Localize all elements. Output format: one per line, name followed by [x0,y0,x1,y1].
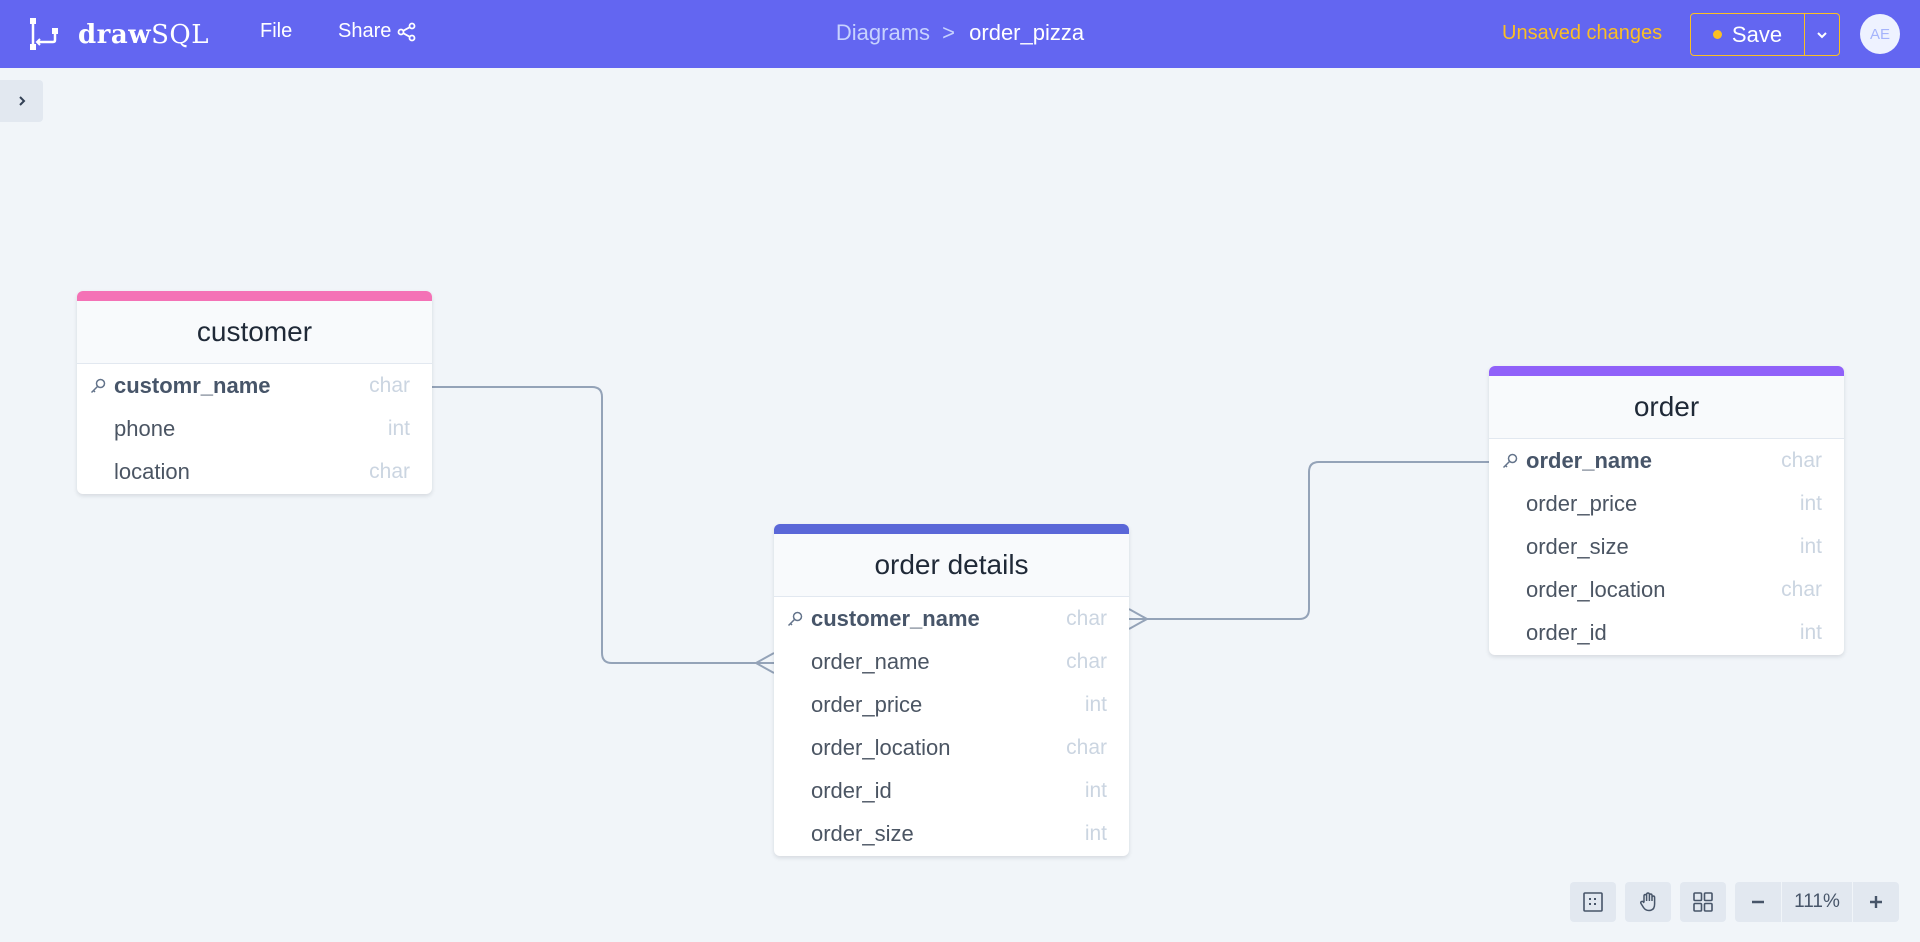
save-button-group: Save [1690,13,1840,56]
column-type: char [369,373,410,397]
crowfoot-order-details-left [753,652,775,674]
column-type: int [1799,534,1822,558]
table-title[interactable]: order details [774,534,1129,597]
key-icon [89,377,114,395]
plus-icon [1870,896,1882,908]
breadcrumb-separator: > [942,20,956,45]
pan-tool-button[interactable] [1625,882,1671,922]
select-tool-button[interactable] [1570,882,1616,922]
drawsql-logo-icon [30,18,58,50]
table-row[interactable]: order_name char [774,640,1129,683]
relation-customer-order-details [432,386,774,664]
table-row[interactable]: location char [77,450,432,494]
column-name: order_location [1526,576,1666,602]
column-name: order_name [1526,447,1652,473]
unsaved-dot-icon [1712,30,1722,39]
column-type: char [1066,649,1107,673]
sidebar-expand-button[interactable] [0,80,43,122]
table-row[interactable]: order_id int [1489,611,1844,655]
zoom-out-button[interactable] [1735,882,1781,922]
top-navigation-bar: drawSQL File Share Diagrams > order_pizz… [0,0,1920,68]
column-type: char [1781,577,1822,601]
table-row[interactable]: customr_name char [77,364,432,407]
table-title[interactable]: customer [77,301,432,364]
share-icon [397,22,416,41]
column-type: int [1084,692,1107,716]
chevron-right-icon [18,96,25,106]
save-button[interactable]: Save [1691,14,1805,55]
column-type: int [1799,491,1822,515]
select-tool-icon [1583,892,1603,912]
minus-icon [1752,900,1764,904]
table-row[interactable]: order_price int [774,683,1129,726]
column-name: order_location [811,734,951,760]
column-type: char [369,460,410,483]
save-label: Save [1731,21,1783,47]
table-row[interactable]: order_location char [1489,568,1844,611]
column-type: int [1799,621,1822,644]
key-icon [786,610,811,628]
column-name: order_price [811,691,923,717]
table-color-strip [77,291,432,301]
table-row[interactable]: order_name char [1489,439,1844,482]
column-name: order_id [1526,620,1607,645]
table-order[interactable]: order order_name char order_price int or… [1489,366,1844,655]
column-type: int [1084,822,1107,845]
column-name: order_size [811,821,914,846]
column-type: int [387,416,410,440]
table-row[interactable]: order_id int [774,769,1129,812]
zoom-in-button[interactable] [1853,882,1899,922]
share-label: Share [338,20,392,42]
relation-order-order-details [1129,461,1489,620]
file-menu[interactable]: File [260,20,292,43]
column-name: order_price [1526,490,1638,516]
pan-hand-icon [1639,892,1656,912]
crowfoot-order-details-right [1128,608,1150,630]
grid-layout-icon [1693,892,1713,912]
chevron-down-icon [1817,31,1827,38]
table-customer[interactable]: customer customr_name char phone int loc… [77,291,432,494]
table-color-strip [1489,366,1844,376]
brand-name: drawSQL [78,19,210,50]
table-row[interactable]: order_size int [774,812,1129,856]
share-menu[interactable]: Share [338,20,417,43]
column-name: phone [114,415,176,441]
column-type: char [1066,606,1107,630]
diagram-title[interactable]: order_pizza [969,20,1084,45]
column-type: char [1066,735,1107,759]
column-name: customr_name [114,372,271,398]
table-order-details[interactable]: order details customer_name char order_n… [774,524,1129,856]
table-row[interactable]: phone int [77,407,432,450]
table-row[interactable]: order_price int [1489,482,1844,525]
column-type: int [1084,778,1107,802]
breadcrumb-diagrams-link[interactable]: Diagrams [836,20,930,45]
column-name: order_id [811,777,892,803]
table-row[interactable]: order_size int [1489,525,1844,568]
zoom-level[interactable]: 111% [1781,882,1853,922]
key-icon [1501,452,1526,470]
table-color-strip [774,524,1129,534]
save-options-dropdown[interactable] [1805,14,1839,55]
column-type: char [1781,448,1822,472]
table-title[interactable]: order [1489,376,1844,439]
table-row[interactable]: customer_name char [774,597,1129,640]
column-name: order_name [811,648,930,674]
logo[interactable]: drawSQL [26,16,209,52]
column-name: location [114,459,190,484]
auto-arrange-button[interactable] [1680,882,1726,922]
column-name: order_size [1526,533,1629,559]
unsaved-changes-status: Unsaved changes [1502,22,1663,44]
column-name: customer_name [811,605,980,631]
zoom-controls: 111% [1735,882,1899,922]
user-avatar[interactable]: AE [1860,14,1900,54]
table-row[interactable]: order_location char [774,726,1129,769]
